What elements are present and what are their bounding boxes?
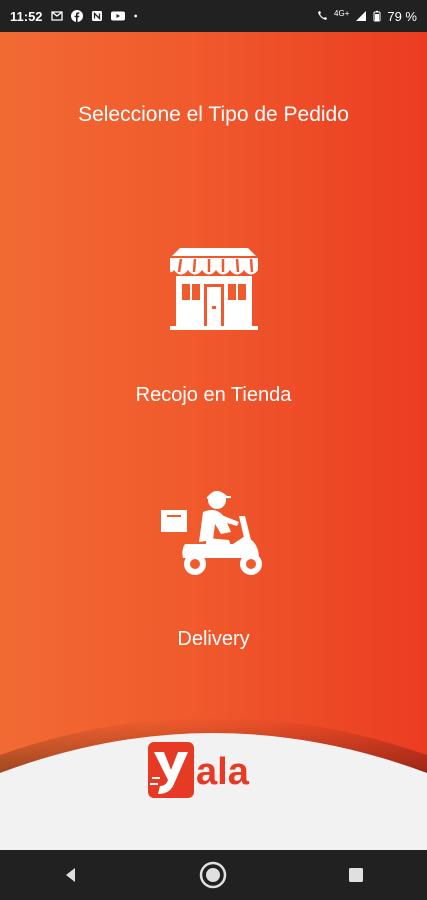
delivery-scooter-icon (160, 491, 262, 575)
dot-icon (133, 14, 137, 18)
delivery-label: Delivery (177, 628, 250, 650)
recents-button[interactable] (336, 855, 376, 895)
youtube-icon (110, 11, 125, 21)
home-icon (200, 861, 227, 889)
network-type: 4G+ (334, 8, 350, 18)
battery-level: 79 % (387, 8, 417, 24)
back-button[interactable] (51, 855, 91, 895)
store-icon (169, 248, 258, 330)
signal-icon (356, 11, 367, 21)
yala-logo: ala (148, 742, 250, 798)
system-nav-bar (0, 850, 427, 900)
battery-icon (373, 10, 381, 22)
back-icon (66, 868, 76, 882)
delivery-option[interactable]: Delivery (0, 488, 427, 651)
recents-icon (348, 868, 363, 882)
wifi-calling-icon (318, 11, 328, 20)
svg-text:ala: ala (196, 751, 250, 793)
page-title: Seleccione el Tipo de Pedido (78, 103, 349, 126)
news-icon (91, 11, 102, 21)
gmail-icon (50, 11, 63, 21)
app-screen: 11:52 4G+ 79 % Seleccione el Tipo de Ped… (0, 0, 427, 900)
home-button[interactable] (193, 855, 233, 895)
store-pickup-option[interactable]: Recojo en Tienda (0, 246, 427, 407)
store-pickup-label: Recojo en Tienda (135, 384, 292, 406)
status-time: 11:52 (10, 8, 43, 24)
facebook-icon (70, 10, 83, 22)
status-bar: 11:52 4G+ 79 % (0, 0, 427, 32)
